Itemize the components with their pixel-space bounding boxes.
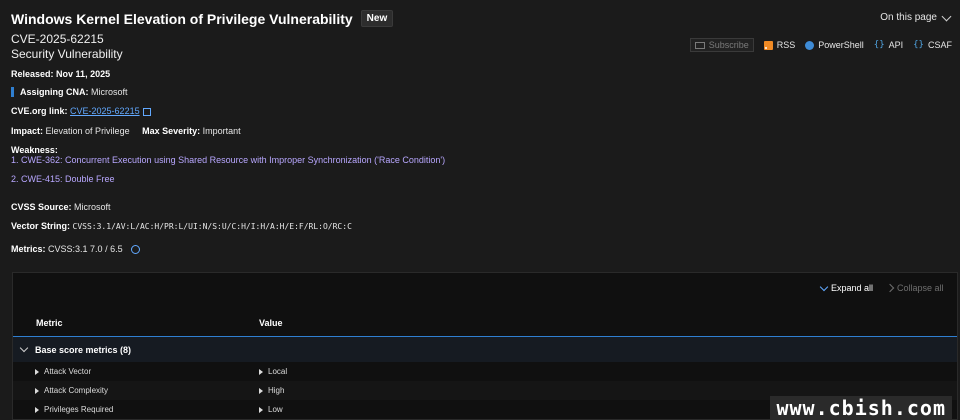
new-badge: New [360, 10, 394, 27]
chevron-down-icon [941, 11, 952, 21]
metrics-value: CVSS:3.1 7.0 / 6.5 [48, 244, 123, 254]
csaf-label: CSAF [927, 40, 952, 50]
page-title: Windows Kernel Elevation of Privilege Vu… [11, 10, 353, 27]
weakness-label: Weakness: [11, 145, 58, 155]
vector-value: CVSS:3.1/AV:L/AC:H/PR:L/UI:N/S:U/C:H/I:H… [72, 222, 352, 231]
cvss-source-value: Microsoft [74, 202, 111, 212]
severity-value: Important [202, 126, 241, 136]
powershell-label: PowerShell [818, 40, 864, 50]
metric-value: High [268, 386, 285, 395]
powershell-link[interactable]: PowerShell [805, 40, 864, 50]
assigning-cna-line: Assigning CNA: Microsoft [11, 87, 128, 97]
cve-id: CVE-2025-62215 [11, 32, 104, 46]
impact-label: Impact: [11, 126, 44, 136]
external-link-icon [142, 107, 151, 116]
mail-icon [694, 41, 705, 49]
on-this-page-label: On this page [880, 12, 937, 23]
metric-name: Attack Vector [44, 367, 92, 376]
impact-value: Elevation of Privilege [45, 126, 130, 136]
chevron-down-icon [819, 282, 829, 292]
base-score-group[interactable]: Base score metrics (8) [13, 336, 957, 362]
braces-icon: {} [873, 40, 885, 50]
metric-value: Local [268, 367, 288, 376]
expand-all-button[interactable]: Expand all [819, 282, 874, 293]
cvss-source-line: CVSS Source: Microsoft [11, 202, 111, 212]
cvss-source-label: CVSS Source: [11, 202, 72, 212]
column-header-metric: Metric [36, 318, 63, 328]
released-label: Released: [11, 69, 54, 79]
metrics-label: Metrics: [11, 244, 46, 254]
chevron-right-icon [885, 283, 895, 293]
severity-label: Max Severity: [142, 126, 201, 136]
rss-icon [763, 40, 773, 50]
feed-links: Subscribe RSS PowerShell {} API {} CSAF [689, 38, 952, 52]
table-row[interactable]: Attack Vector Local [13, 362, 957, 381]
cve-page: Windows Kernel Elevation of Privilege Vu… [0, 0, 960, 420]
metric-value: Low [268, 405, 283, 414]
info-icon[interactable] [131, 245, 141, 255]
weakness-item[interactable]: 1. CWE-362: Concurrent Execution using S… [11, 155, 445, 165]
metric-name: Privileges Required [44, 405, 114, 414]
cveorg-link[interactable]: CVE-2025-62215 [70, 106, 140, 116]
rss-label: RSS [776, 40, 796, 50]
title-row: Windows Kernel Elevation of Privilege Vu… [11, 10, 394, 27]
api-link[interactable]: {} API [874, 40, 903, 50]
vector-label: Vector String: [11, 221, 71, 231]
rss-link[interactable]: RSS [763, 40, 796, 50]
metric-name: Attack Complexity [44, 386, 109, 395]
expand-triangle-icon [259, 387, 263, 394]
impact-line: Impact: Elevation of Privilege Max Sever… [11, 126, 241, 136]
subscribe-label: Subscribe [708, 40, 749, 50]
api-label: API [888, 40, 904, 50]
group-label: Base score metrics (8) [35, 345, 132, 355]
cveorg-label: CVE.org link: [11, 106, 68, 116]
chevron-down-icon [19, 343, 29, 353]
expand-triangle-icon [35, 368, 39, 375]
expand-all-label: Expand all [831, 283, 874, 293]
cna-label: Assigning CNA: [20, 87, 89, 97]
weakness-item[interactable]: 2. CWE-415: Double Free [11, 174, 115, 184]
collapse-all-label: Collapse all [897, 283, 944, 293]
expand-triangle-icon [35, 387, 39, 394]
subscribe-button[interactable]: Subscribe [689, 38, 754, 52]
github-icon [805, 40, 815, 50]
on-this-page-dropdown[interactable]: On this page [880, 11, 952, 23]
released-value: Nov 11, 2025 [56, 69, 111, 79]
vulnerability-type: Security Vulnerability [11, 47, 123, 61]
cna-value: Microsoft [91, 87, 128, 97]
expand-triangle-icon [259, 406, 263, 413]
metrics-line: Metrics: CVSS:3.1 7.0 / 6.5 [11, 244, 141, 255]
vector-string-line: Vector String: CVSS:3.1/AV:L/AC:H/PR:L/U… [11, 221, 352, 231]
braces-icon: {} [913, 40, 924, 50]
released-line: Released: Nov 11, 2025 [11, 69, 110, 79]
expand-triangle-icon [35, 406, 39, 413]
csaf-link[interactable]: {} CSAF [913, 40, 952, 50]
cveorg-line: CVE.org link: CVE-2025-62215 [11, 106, 151, 116]
column-header-value: Value [259, 318, 283, 328]
collapse-all-button[interactable]: Collapse all [885, 283, 944, 293]
watermark: www.cbish.com [770, 396, 952, 420]
expand-triangle-icon [259, 368, 263, 375]
